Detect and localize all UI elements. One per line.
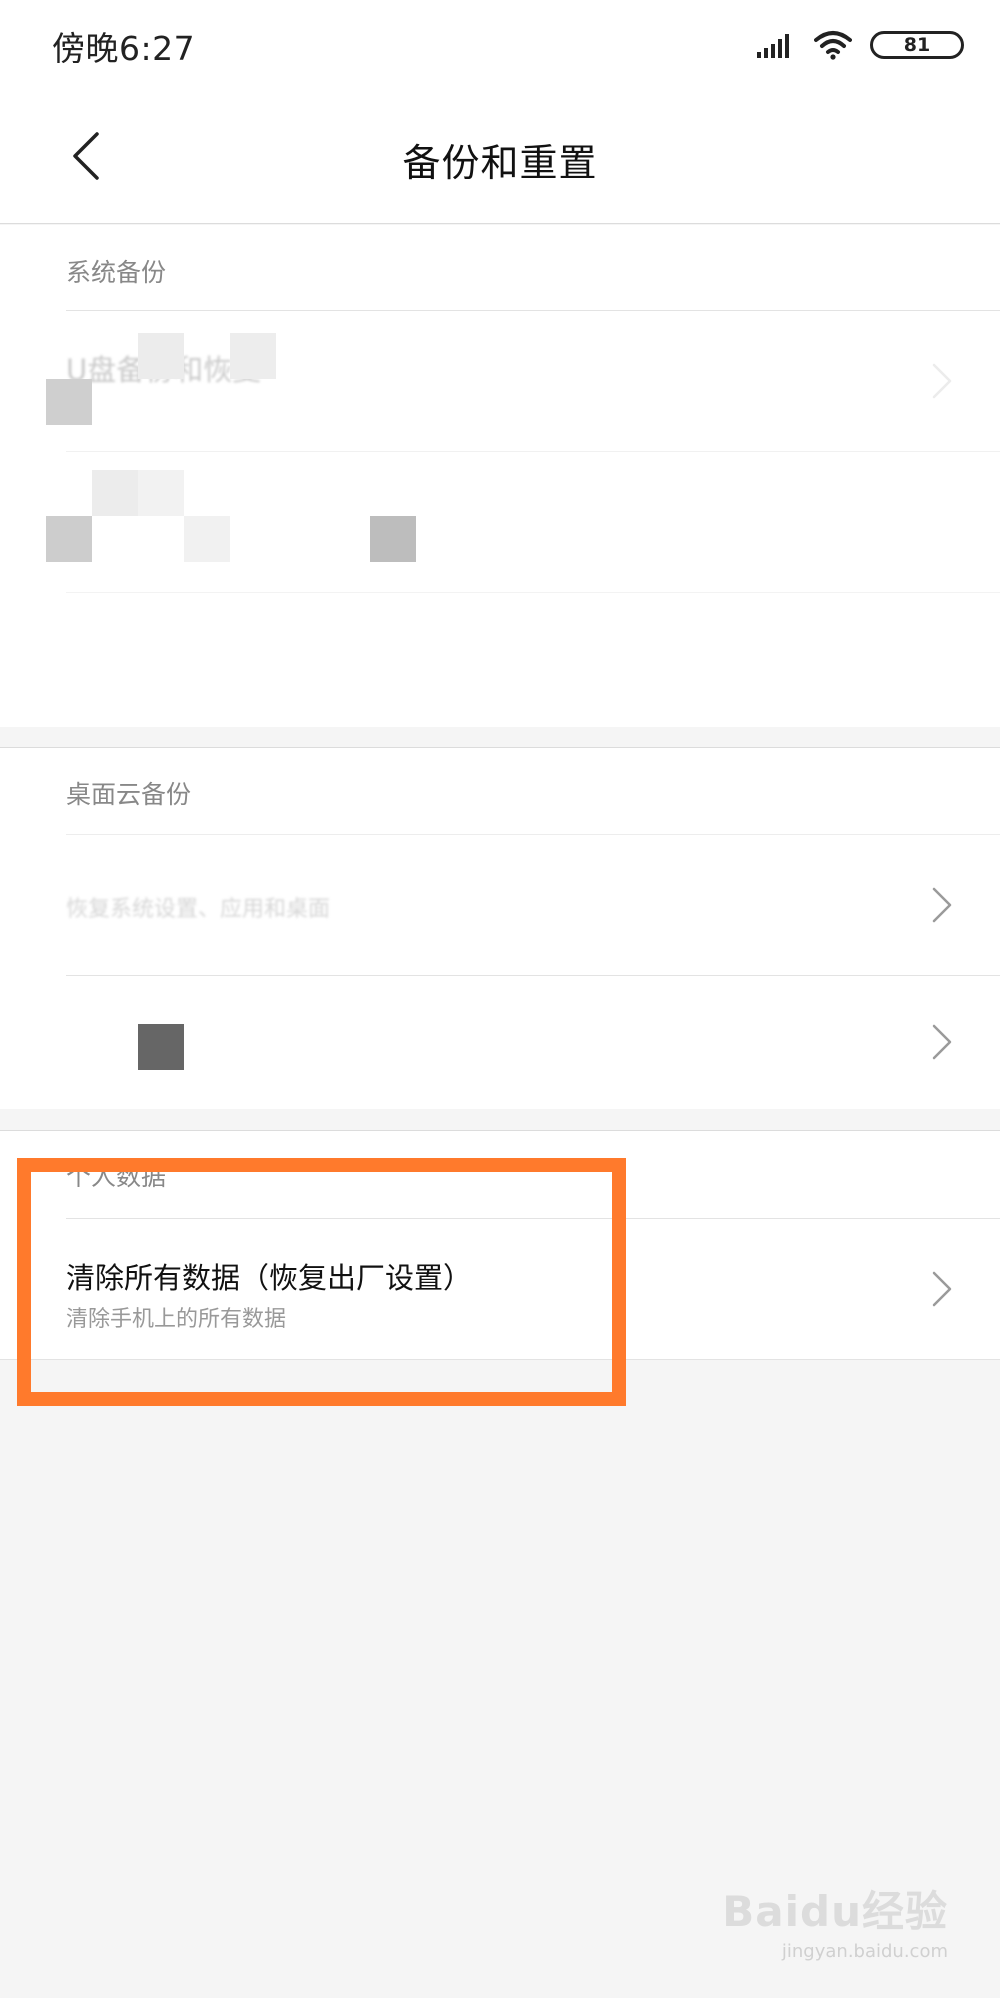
page-title: 备份和重置 bbox=[402, 141, 598, 185]
pixelation-block bbox=[184, 516, 230, 562]
wifi-icon bbox=[814, 31, 852, 60]
chevron-right-icon bbox=[932, 363, 952, 399]
divider bbox=[66, 592, 1000, 593]
highlight-box bbox=[17, 1158, 626, 1406]
status-time: 傍晚6:27 bbox=[52, 29, 196, 68]
obscured-item[interactable] bbox=[0, 452, 1000, 592]
pixelation-block bbox=[230, 333, 276, 379]
pixelation-block bbox=[138, 1024, 184, 1070]
chevron-right-icon bbox=[932, 1271, 952, 1307]
status-bar: 傍晚6:27 81 bbox=[0, 0, 1000, 96]
title-bar: 备份和重置 bbox=[0, 96, 1000, 224]
desktop-restore-item[interactable]: 恢复系统设置、应用和桌面 bbox=[0, 835, 1000, 975]
pixelation-block bbox=[138, 470, 184, 516]
section-system-backup: 系统备份 U盘备份和恢复 bbox=[0, 225, 1000, 727]
section-header: 系统备份 bbox=[66, 258, 167, 287]
pixelation-block bbox=[138, 333, 184, 379]
battery-icon: 81 bbox=[870, 31, 964, 59]
pixelation-block bbox=[370, 516, 416, 562]
watermark-url: jingyan.baidu.com bbox=[781, 1941, 948, 1962]
pixelation-block bbox=[46, 516, 92, 562]
signal-icon bbox=[757, 34, 789, 58]
pixelation-block bbox=[92, 470, 138, 516]
status-icons: 81 bbox=[756, 28, 964, 62]
pixelation-block bbox=[46, 379, 92, 425]
section-desktop-cloud-backup: 桌面云备份 恢复系统设置、应用和桌面 bbox=[0, 747, 1000, 1109]
chevron-right-icon bbox=[932, 1024, 952, 1060]
watermark-logo: Baidu经验 bbox=[722, 1887, 948, 1936]
section-header: 桌面云备份 bbox=[66, 780, 192, 809]
watermark: Baidu经验 jingyan.baidu.com bbox=[722, 1878, 948, 1962]
desktop-backup-item[interactable] bbox=[0, 976, 1000, 1109]
battery-level: 81 bbox=[903, 34, 931, 56]
row-subtitle: 恢复系统设置、应用和桌面 bbox=[66, 897, 331, 922]
chevron-right-icon bbox=[932, 887, 952, 923]
usb-backup-restore-item[interactable]: U盘备份和恢复 bbox=[0, 311, 1000, 451]
